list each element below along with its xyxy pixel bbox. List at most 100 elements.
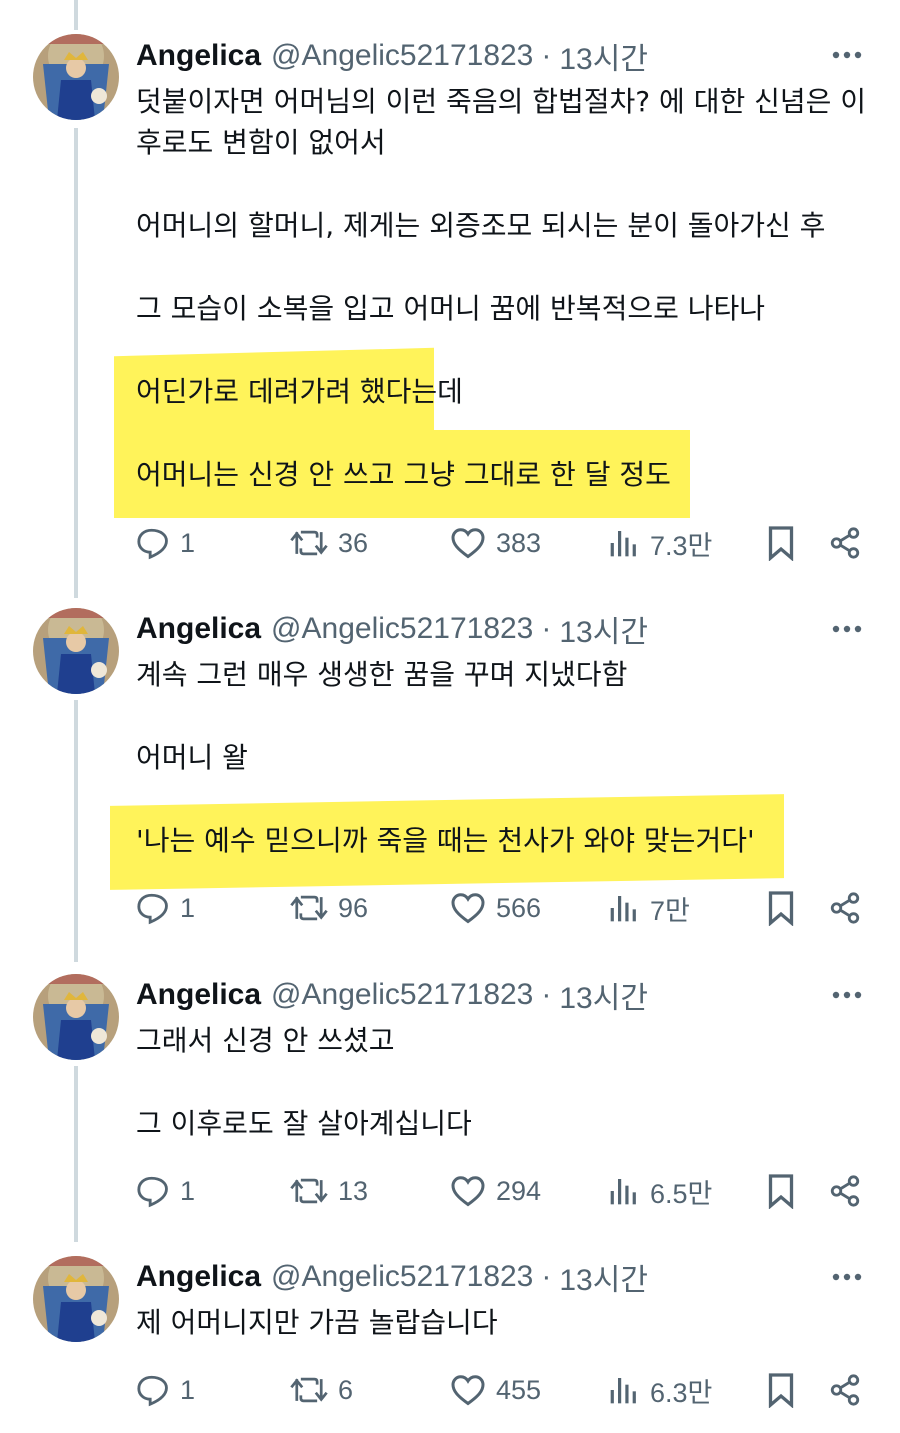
reply-count: 1	[180, 892, 196, 923]
more-icon[interactable]	[830, 38, 864, 72]
avatar[interactable]	[33, 1256, 119, 1342]
tweet-text-line: 그 모습이 소복을 입고 어머니 꿈에 반복적으로 나타나	[136, 292, 766, 325]
like-count: 566	[496, 892, 542, 923]
like-button[interactable]: 383	[450, 521, 541, 565]
retweet-button[interactable]: 36	[290, 521, 368, 565]
bookmark-button[interactable]	[766, 523, 796, 563]
more-icon[interactable]	[830, 612, 864, 646]
reply-button[interactable]: 1	[136, 886, 195, 930]
retweet-count: 6	[338, 1374, 354, 1405]
reply-icon	[136, 1174, 170, 1208]
share-button[interactable]	[828, 1171, 862, 1211]
more-icon[interactable]	[830, 1260, 864, 1294]
views-count: 7.3만	[650, 530, 713, 561]
timestamp[interactable]: 13시간	[559, 34, 648, 78]
author-name[interactable]: Angelica	[136, 978, 261, 1012]
author-handle[interactable]: @Angelic52171823	[271, 612, 533, 646]
share-button[interactable]	[828, 523, 862, 563]
like-button[interactable]: 455	[450, 1368, 541, 1412]
retweet-icon	[290, 1373, 328, 1407]
avatar[interactable]	[33, 34, 119, 120]
bookmark-button[interactable]	[766, 1370, 796, 1410]
reply-icon	[136, 891, 170, 925]
reply-button[interactable]: 1	[136, 1169, 195, 1213]
views-count: 6.3만	[650, 1377, 713, 1408]
tweet-header: Angelica @Angelic52171823 · 13시간	[136, 1257, 648, 1297]
tweet-text-line: 어머니의 할머니, 제게는 외증조모 되시는 분이 돌아가신 후	[136, 209, 826, 242]
author-name[interactable]: Angelica	[136, 612, 261, 646]
tweet-text-line: 그 이후로도 잘 살아계십니다	[136, 1107, 472, 1140]
avatar[interactable]	[33, 608, 119, 694]
tweet-text-line: 제 어머니지만 가끔 놀랍습니다	[136, 1306, 498, 1339]
author-handle[interactable]: @Angelic52171823	[271, 39, 533, 73]
share-button[interactable]	[828, 888, 862, 928]
tweet[interactable]: Angelica @Angelic52171823 · 13시간 계속 그런 매…	[0, 590, 900, 956]
avatar[interactable]	[33, 974, 119, 1060]
like-button[interactable]: 294	[450, 1169, 541, 1213]
views-count: 6.5만	[650, 1178, 713, 1209]
reply-icon	[136, 526, 170, 560]
tweet-text-line: 어머니 왈	[136, 741, 248, 774]
views-icon	[608, 1374, 640, 1406]
tweet-header: Angelica @Angelic52171823 · 13시간	[136, 36, 648, 76]
retweet-count: 96	[338, 892, 369, 923]
bookmark-icon	[766, 525, 796, 561]
reply-icon	[136, 1373, 170, 1407]
separator: ·	[541, 39, 552, 72]
reply-count: 1	[180, 1374, 196, 1405]
views-button[interactable]: 7만	[608, 886, 690, 930]
tweet[interactable]: Angelica @Angelic52171823 · 13시간 제 어머니지만…	[0, 1240, 900, 1433]
reply-button[interactable]: 1	[136, 1368, 195, 1412]
more-icon[interactable]	[830, 978, 864, 1012]
views-button[interactable]: 6.5만	[608, 1169, 712, 1213]
author-name[interactable]: Angelica	[136, 1260, 261, 1294]
author-handle[interactable]: @Angelic52171823	[271, 978, 533, 1012]
action-bar: 1 13 294 6.5만	[0, 1169, 900, 1213]
like-icon	[450, 1373, 486, 1407]
tweet-text-line: 덧붙이자면 어머님의 이런 죽음의 합법절차? 에 대한 신념은 이	[136, 85, 867, 118]
retweet-button[interactable]: 6	[290, 1368, 353, 1412]
tweet-header: Angelica @Angelic52171823 · 13시간	[136, 975, 648, 1015]
views-button[interactable]: 7.3만	[608, 521, 712, 565]
author-handle[interactable]: @Angelic52171823	[271, 1260, 533, 1294]
reply-button[interactable]: 1	[136, 521, 195, 565]
separator: ·	[541, 978, 552, 1011]
author-name[interactable]: Angelica	[136, 39, 261, 73]
bookmark-button[interactable]	[766, 1171, 796, 1211]
share-icon	[828, 1174, 862, 1208]
views-button[interactable]: 6.3만	[608, 1368, 712, 1412]
reply-count: 1	[180, 527, 196, 558]
timestamp[interactable]: 13시간	[559, 973, 648, 1017]
reply-count: 1	[180, 1175, 196, 1206]
tweet[interactable]: Angelica @Angelic52171823 · 13시간 그래서 신경 …	[0, 956, 900, 1240]
timestamp[interactable]: 13시간	[559, 607, 648, 651]
bookmark-icon	[766, 890, 796, 926]
like-count: 294	[496, 1175, 542, 1206]
tweet-text-line: 어딘가로 데려가려 했다는데	[136, 375, 463, 408]
views-icon	[608, 1175, 640, 1207]
tweet[interactable]: Angelica @Angelic52171823 · 13시간 덧붙이자면 어…	[0, 0, 900, 590]
retweet-count: 13	[338, 1175, 369, 1206]
retweet-icon	[290, 1174, 328, 1208]
like-count: 455	[496, 1374, 542, 1405]
tweet-text-line: '나는 예수 믿으니까 죽을 때는 천사가 와야 맞는거다'	[136, 824, 755, 857]
action-bar: 1 36 383 7.3만	[0, 521, 900, 565]
views-icon	[608, 527, 640, 559]
retweet-button[interactable]: 13	[290, 1169, 368, 1213]
timestamp[interactable]: 13시간	[559, 1255, 648, 1299]
share-button[interactable]	[828, 1370, 862, 1410]
tweet-header: Angelica @Angelic52171823 · 13시간	[136, 609, 648, 649]
views-icon	[608, 892, 640, 924]
separator: ·	[541, 612, 552, 645]
bookmark-button[interactable]	[766, 888, 796, 928]
tweet-text-line: 그래서 신경 안 쓰셨고	[136, 1024, 395, 1057]
share-icon	[828, 1373, 862, 1407]
retweet-icon	[290, 891, 328, 925]
retweet-button[interactable]: 96	[290, 886, 368, 930]
like-button[interactable]: 566	[450, 886, 541, 930]
tweet-text-line: 후로도 변함이 없어서	[136, 126, 386, 159]
bookmark-icon	[766, 1372, 796, 1408]
action-bar: 1 6 455 6.3만	[0, 1368, 900, 1412]
tweet-text-line: 계속 그런 매우 생생한 꿈을 꾸며 지냈다함	[136, 658, 628, 691]
like-icon	[450, 891, 486, 925]
